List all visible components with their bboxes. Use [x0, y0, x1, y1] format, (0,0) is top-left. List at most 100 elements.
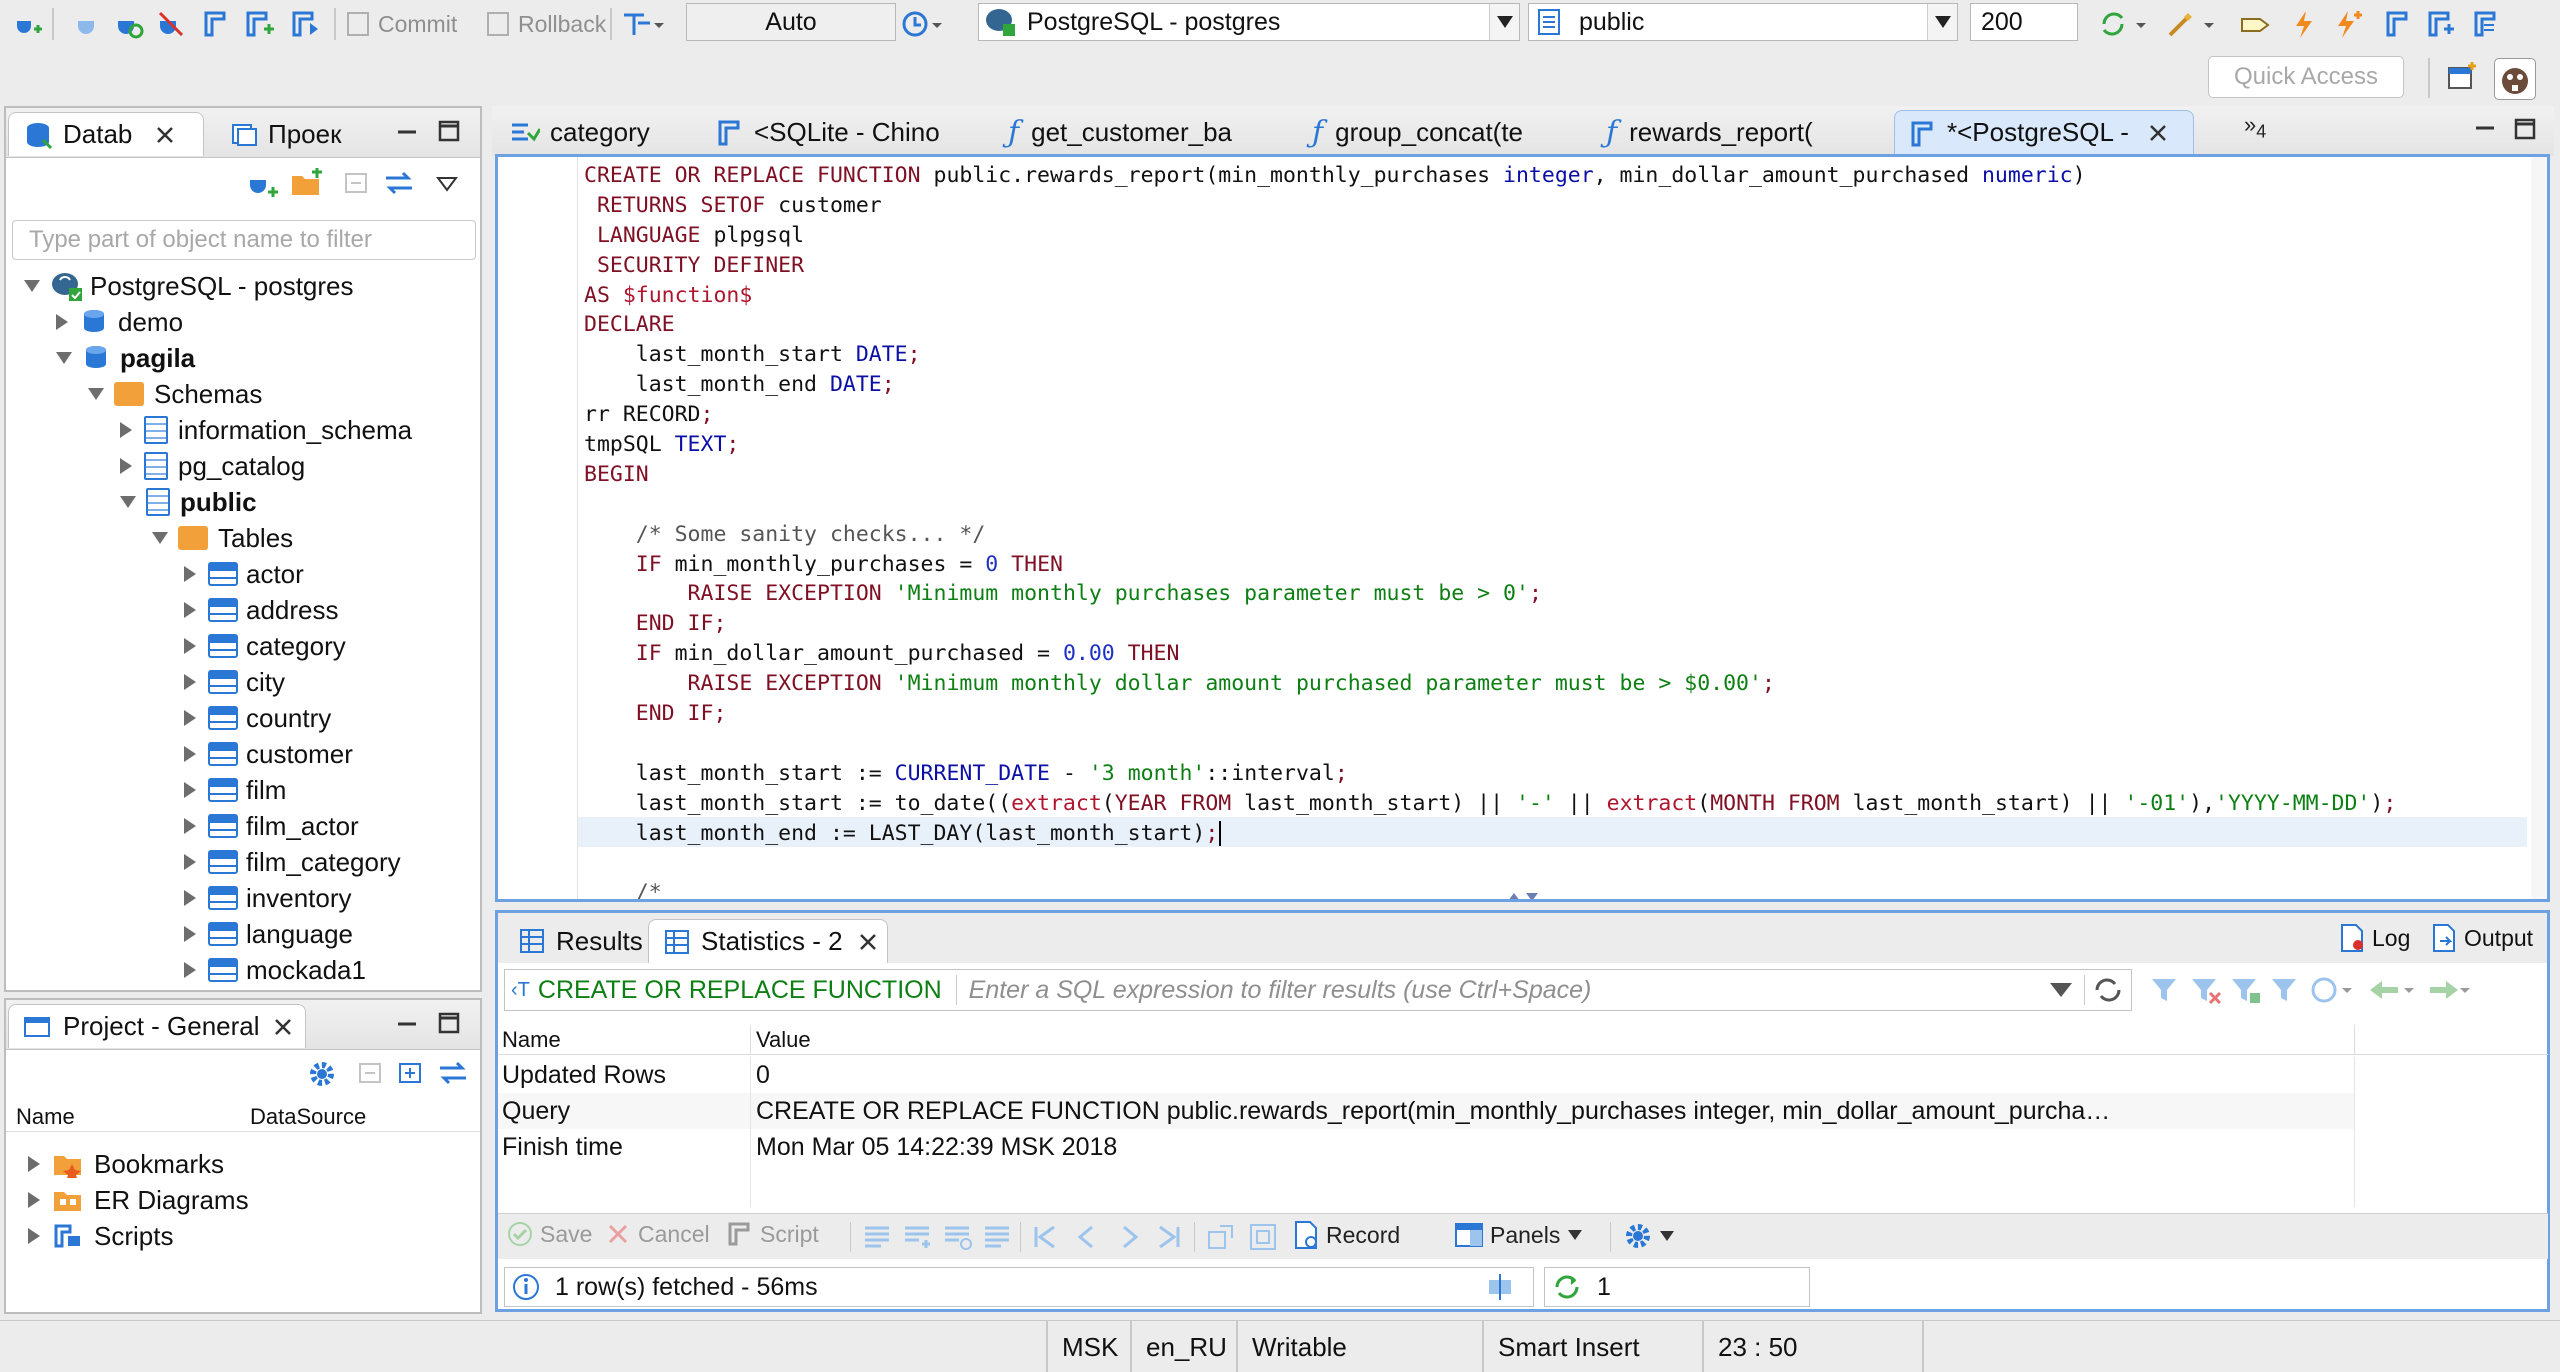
expand-arrow-icon[interactable]	[184, 782, 196, 798]
commit-button[interactable]: Commit	[344, 6, 457, 42]
table-row[interactable]: Finish time Mon Mar 05 14:22:39 MSK 2018	[498, 1129, 2354, 1165]
expand-arrow-icon[interactable]	[56, 314, 68, 330]
tree-item-language[interactable]: language	[184, 916, 353, 952]
log-button[interactable]: Log	[2338, 923, 2410, 953]
delete-row-icon[interactable]	[982, 1222, 1012, 1252]
tree-item-information-schema[interactable]: information_schema	[120, 412, 412, 448]
expand-arrow-icon[interactable]	[184, 638, 196, 654]
tree-item-postgresql-postgres[interactable]: PostgreSQL - postgres	[24, 268, 354, 304]
record-button[interactable]: Record	[1292, 1220, 1400, 1250]
project-item-er-diagrams[interactable]: ER Diagrams	[28, 1182, 249, 1218]
gear-icon[interactable]	[306, 1058, 338, 1090]
chevron-down-icon[interactable]	[2050, 983, 2072, 997]
panels-button[interactable]: Panels	[1454, 1220, 1583, 1250]
tree-item-film[interactable]: film	[184, 772, 286, 808]
rollback-button[interactable]: Rollback	[484, 6, 606, 42]
expand-arrow-icon[interactable]	[28, 1192, 40, 1208]
tree-item-film-category[interactable]: film_category	[184, 844, 401, 880]
new-connection-icon[interactable]	[246, 168, 280, 202]
pin-row-icon[interactable]	[1485, 1272, 1515, 1302]
tree-item-actor[interactable]: actor	[184, 556, 304, 592]
quick-access-input[interactable]: Quick Access	[2208, 56, 2404, 98]
new-connection-button[interactable]	[12, 6, 42, 42]
project-item-bookmarks[interactable]: Bookmarks	[28, 1146, 224, 1182]
tree-item-demo[interactable]: demo	[56, 304, 183, 340]
minimize-icon[interactable]	[2474, 116, 2496, 138]
filter-settings-icon[interactable]	[2270, 975, 2300, 1005]
close-icon[interactable]	[274, 1018, 292, 1036]
maximize-icon[interactable]	[438, 1012, 460, 1034]
collapse-arrow-icon[interactable]	[56, 352, 72, 364]
collapse-all-icon[interactable]	[356, 1058, 386, 1088]
tab-results[interactable]: Results	[504, 919, 644, 963]
close-icon[interactable]	[859, 933, 877, 951]
save-button[interactable]: Save	[506, 1220, 592, 1248]
tab-sqlite-script[interactable]: <SQLite - Chino	[702, 110, 988, 154]
tree-item-public[interactable]: public	[120, 484, 257, 520]
expand-arrow-icon[interactable]	[184, 890, 196, 906]
filter-clear-icon[interactable]	[2190, 975, 2224, 1005]
fetch-all-icon[interactable]	[1248, 1222, 1278, 1252]
tab-statistics[interactable]: Statistics - 2	[648, 919, 888, 963]
expand-arrow-icon[interactable]	[184, 710, 196, 726]
recent-sql-button[interactable]	[2470, 6, 2500, 42]
close-icon[interactable]	[2149, 124, 2167, 142]
chevron-down-icon[interactable]	[1927, 4, 1957, 40]
filter-icon[interactable]	[2150, 975, 2184, 1005]
chevron-down-icon[interactable]	[1489, 4, 1519, 40]
collapse-arrow-icon[interactable]	[152, 532, 168, 544]
tree-item-inventory[interactable]: inventory	[184, 880, 352, 916]
connect-button[interactable]	[72, 6, 102, 42]
results-filter-input[interactable]: Enter a SQL expression to filter results…	[969, 976, 2050, 1005]
back-arrow-icon[interactable]	[2366, 975, 2416, 1005]
close-icon[interactable]	[156, 126, 174, 144]
previous-page-icon[interactable]	[1074, 1224, 1100, 1250]
tab-project-general[interactable]: Project - General	[8, 1004, 306, 1048]
maximize-icon[interactable]	[438, 120, 460, 142]
cancel-button[interactable]: Cancel	[604, 1220, 710, 1248]
tree-item-film-actor[interactable]: film_actor	[184, 808, 359, 844]
link-with-editor-icon[interactable]	[382, 168, 416, 198]
filter-save-icon[interactable]	[2230, 975, 2264, 1005]
table-row[interactable]: Query CREATE OR REPLACE FUNCTION public.r…	[498, 1093, 2354, 1129]
new-script-button[interactable]	[244, 6, 278, 42]
tree-item-pagila[interactable]: pagila	[56, 340, 195, 376]
tree-item-pg-catalog[interactable]: pg_catalog	[120, 448, 305, 484]
disconnect-button[interactable]	[156, 6, 186, 42]
result-limit-input[interactable]: 200	[1970, 3, 2078, 41]
tree-item-category[interactable]: category	[184, 628, 346, 664]
table-row[interactable]: Updated Rows 0	[498, 1057, 2354, 1093]
pin-button[interactable]	[2238, 6, 2274, 42]
execute-button[interactable]	[2290, 6, 2320, 42]
reconnect-button[interactable]	[114, 6, 144, 42]
new-folder-icon[interactable]	[290, 168, 324, 202]
editor-scrollbar[interactable]	[2531, 157, 2547, 899]
tree-item-mockada1[interactable]: mockada1	[184, 952, 366, 988]
tree-item-schemas[interactable]: Schemas	[88, 376, 262, 412]
expand-arrow-icon[interactable]	[184, 962, 196, 978]
collapse-arrow-icon[interactable]	[88, 388, 104, 400]
tree-item-country[interactable]: country	[184, 700, 331, 736]
last-page-icon[interactable]	[1156, 1224, 1182, 1250]
minimize-icon[interactable]	[396, 1012, 418, 1034]
forward-arrow-icon[interactable]	[2422, 975, 2472, 1005]
expand-arrow-icon[interactable]	[184, 602, 196, 618]
navigator-filter-input[interactable]: Type part of object name to filter	[12, 220, 476, 260]
transaction-log-button[interactable]	[900, 6, 944, 42]
maximize-icon[interactable]	[2514, 118, 2536, 140]
tab-postgresql-script[interactable]: *<PostgreSQL -	[1894, 110, 2194, 154]
tree-item-address[interactable]: address	[184, 592, 339, 628]
collapse-arrow-icon[interactable]	[120, 496, 136, 508]
open-sql-button[interactable]	[2382, 6, 2412, 42]
script-button[interactable]: Script	[726, 1220, 819, 1248]
sql-editor-button[interactable]	[200, 6, 230, 42]
datasource-selector[interactable]: PostgreSQL - postgres	[978, 3, 1520, 41]
more-tabs-button[interactable]: »4	[2244, 112, 2266, 142]
expand-arrow-icon[interactable]	[184, 818, 196, 834]
schema-selector[interactable]: public	[1528, 3, 1958, 41]
edit-row-icon[interactable]	[862, 1222, 892, 1252]
expand-arrow-icon[interactable]	[184, 674, 196, 690]
open-perspective-button[interactable]	[2446, 62, 2478, 99]
tab-get-customer-balance[interactable]: ƒ get_customer_ba	[994, 110, 1284, 154]
tree-item-tables[interactable]: Tables	[152, 520, 293, 556]
